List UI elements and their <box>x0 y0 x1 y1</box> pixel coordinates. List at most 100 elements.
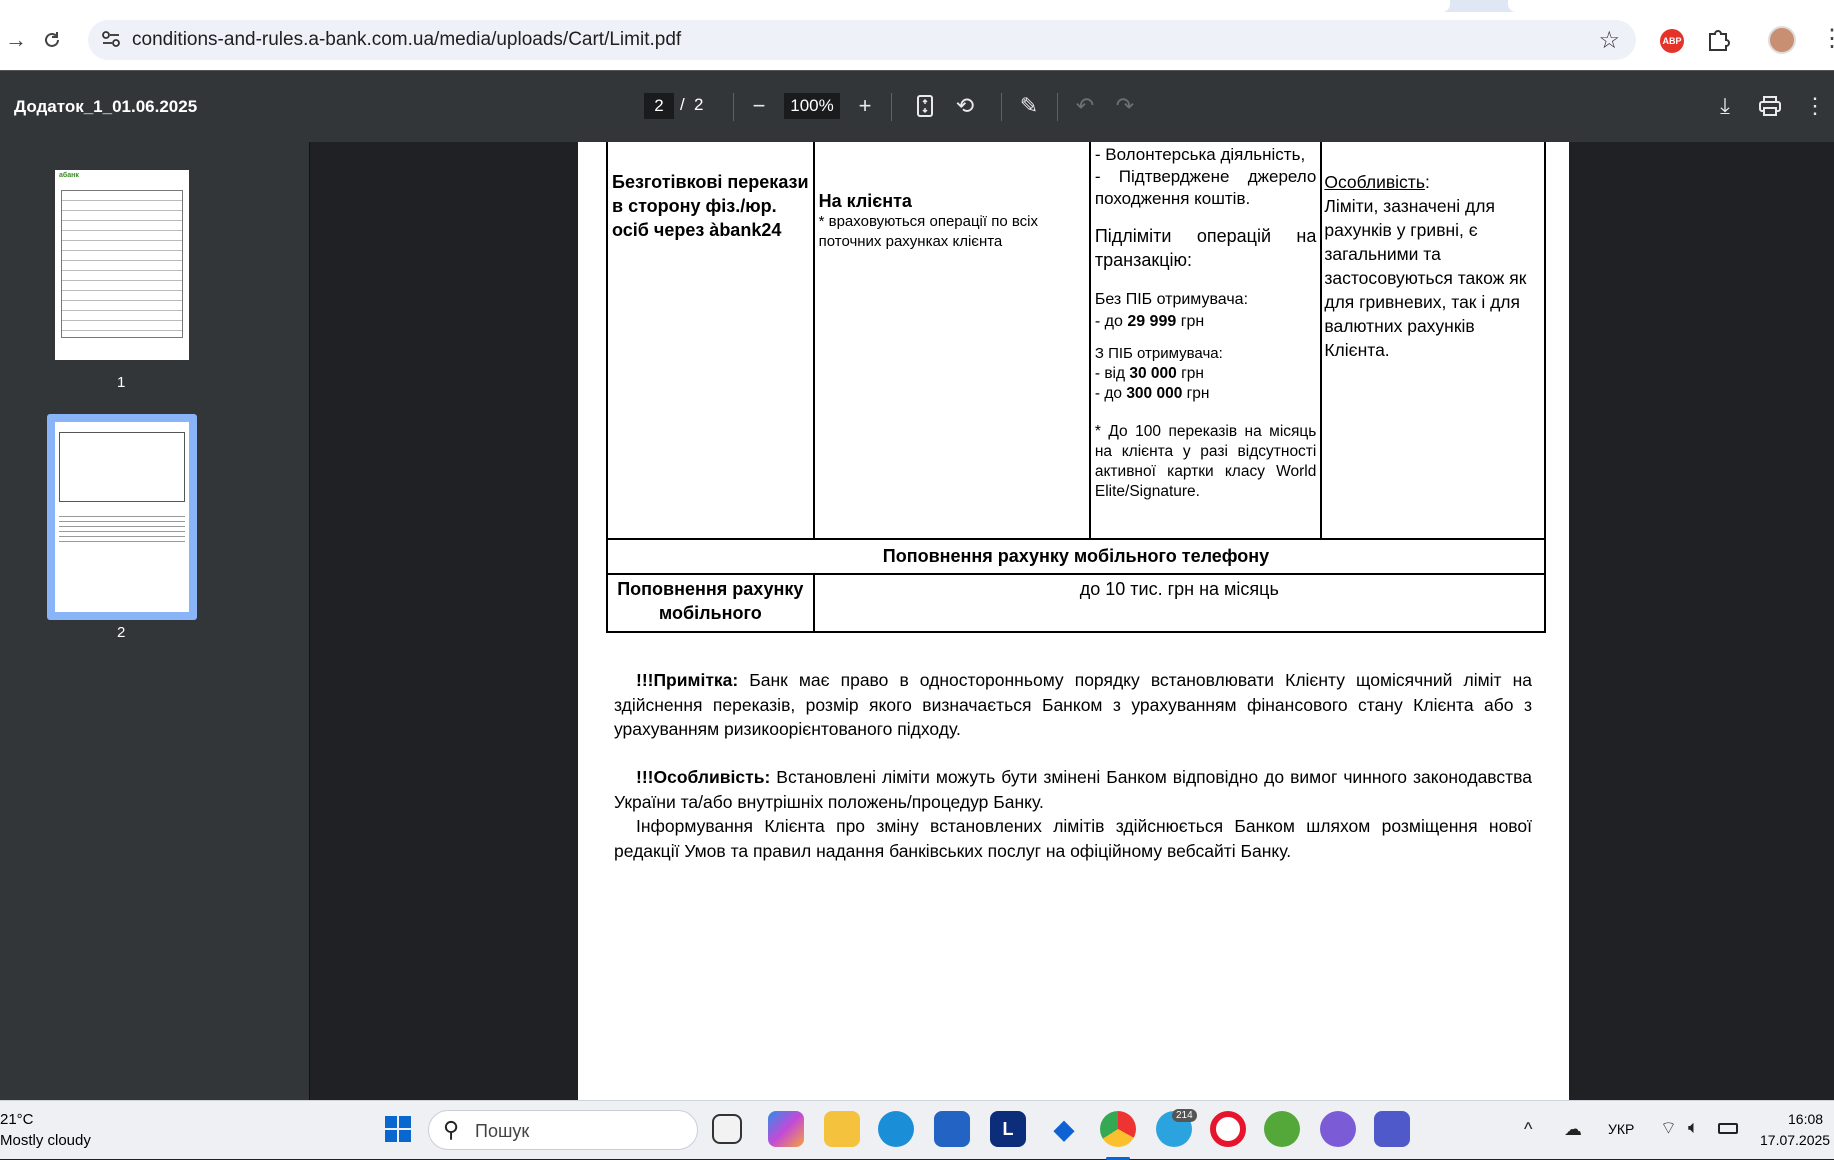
taskbar-search[interactable]: ⚲ Пошук <box>428 1110 698 1150</box>
site-info-icon[interactable] <box>100 28 122 50</box>
redo-icon[interactable]: ↷ <box>1110 91 1140 121</box>
conditions-cell: - Волонтерська діяльність, - Підтверджен… <box>1088 142 1323 540</box>
mobile-limit-cell: до 10 тис. грн на місяць <box>812 573 1547 633</box>
adblock-extension-icon[interactable]: ABP <box>1660 29 1684 53</box>
page-total: 2 <box>694 95 704 114</box>
page-thumbnail-2 <box>55 422 189 612</box>
active-tab[interactable] <box>0 0 1450 12</box>
thumbnail-table-preview <box>59 432 185 502</box>
clock-time[interactable]: 16:08 <box>1788 1111 1823 1127</box>
url-text[interactable]: conditions-and-rules.a-bank.com.ua/media… <box>132 29 681 51</box>
teams-icon[interactable] <box>1374 1111 1410 1147</box>
wifi-icon[interactable]: ⌔ <box>1660 1117 1677 1140</box>
opera-icon[interactable] <box>1210 1111 1246 1147</box>
table-row: Поповнення рахунку мобільного телефону <box>606 538 1546 575</box>
address-bar[interactable]: conditions-and-rules.a-bank.com.ua/media… <box>88 20 1636 60</box>
chrome-menu-icon[interactable]: ⋮ <box>1820 24 1834 53</box>
feature-heading: Особливість: <box>1324 172 1430 192</box>
page-thumbnail-1[interactable]: абанк <box>55 170 189 360</box>
feature-text: Ліміти, зазначені для рахунків у гривні,… <box>1324 196 1527 360</box>
copilot-icon[interactable] <box>768 1111 804 1147</box>
feature-paragraph: !!!Особливість: Встановлені ліміти можут… <box>614 767 1532 812</box>
service-cell: Безготівкові перекази в сторону фіз./юр.… <box>606 142 815 540</box>
table-row: Безготівкові перекази в сторону фіз./юр.… <box>606 142 1546 540</box>
thumbnail-label-2: 2 <box>117 624 126 641</box>
mobile-service-cell: Поповнення рахунку мобільного <box>606 573 815 633</box>
file-explorer-icon[interactable] <box>824 1111 860 1147</box>
app-l-icon[interactable]: L <box>990 1111 1026 1147</box>
utorrent-icon[interactable] <box>1264 1111 1300 1147</box>
target-label: На клієнта <box>818 191 912 211</box>
page-separator: / <box>680 95 685 114</box>
onedrive-icon[interactable]: ☁ <box>1564 1119 1582 1140</box>
note-paragraph: !!!Примітка: Банк має право в односторон… <box>614 670 1532 739</box>
forward-icon[interactable]: → <box>0 24 32 56</box>
search-placeholder: Пошук <box>475 1121 530 1141</box>
thumbnail-label-1: 1 <box>117 374 126 391</box>
condition-source: - Підтверджене джерело походження коштів… <box>1094 167 1317 208</box>
info-paragraph: Інформування Клієнта про зміну встановле… <box>614 816 1532 861</box>
task-view-icon[interactable] <box>712 1114 742 1144</box>
undo-icon[interactable]: ↶ <box>1070 91 1100 121</box>
with-name-from-limit: - від 30 000 грн <box>1094 365 1204 382</box>
clock-date[interactable]: 17.07.2025 <box>1760 1132 1830 1148</box>
thumbnail-sidebar: абанк 1 2 <box>0 142 310 1100</box>
extensions-puzzle-icon[interactable] <box>1704 26 1732 54</box>
with-name-to-limit: - до 300 000 грн <box>1094 385 1210 402</box>
tab-strip <box>0 0 1834 12</box>
no-name-title: Без ПІБ отримувача: <box>1094 291 1249 308</box>
target-cell: На клієнта * враховуються операції по вс… <box>812 142 1091 540</box>
limits-table: Безготівкові перекази в сторону фіз./юр.… <box>606 142 1547 633</box>
reload-icon[interactable] <box>36 24 68 56</box>
rotate-icon[interactable]: ⟲ <box>950 91 980 121</box>
target-note: * враховуються операції по всіх поточних… <box>818 213 1038 250</box>
toolbar-divider <box>1057 93 1058 121</box>
edge-icon[interactable] <box>878 1111 914 1147</box>
page-number-input[interactable]: 2 <box>644 93 674 119</box>
background-tab[interactable] <box>1508 0 1834 12</box>
bookmark-star-icon[interactable]: ☆ <box>1598 26 1620 55</box>
chrome-icon[interactable] <box>1100 1111 1136 1147</box>
toolbar-divider <box>733 93 734 121</box>
zoom-in-icon[interactable]: + <box>850 91 880 121</box>
annotate-pen-icon[interactable]: ✎ <box>1014 91 1044 121</box>
battery-icon[interactable] <box>1718 1123 1738 1134</box>
telegram-badge: 214 <box>1172 1109 1197 1122</box>
sublimits-title: Підліміти операцій на транзакцію: <box>1094 226 1317 270</box>
transfers-note: * До 100 переказів на місяць на клієнта … <box>1094 423 1317 500</box>
zoom-out-icon[interactable]: − <box>744 91 774 121</box>
viber-icon[interactable] <box>1320 1111 1356 1147</box>
condition-volunteer: - Волонтерська діяльність, <box>1094 145 1306 164</box>
volume-icon[interactable]: 🔈︎ <box>1688 1117 1699 1138</box>
windows-start-icon[interactable] <box>380 1111 416 1147</box>
windows-taskbar: 21°C Mostly cloudy ⚲ Пошук L ◆ 214 ^ ☁ У… <box>0 1100 1834 1160</box>
toolbar-divider <box>1001 93 1002 121</box>
table-row: Поповнення рахунку мобільного до 10 тис.… <box>606 573 1547 633</box>
pdf-toolbar: Додаток_1_01.06.2025 2 / 2 − 100% + ⟲ ✎ … <box>0 70 1834 142</box>
pdf-viewer[interactable]: Безготівкові перекази в сторону фіз./юр.… <box>311 142 1834 1100</box>
pdf-page-2: Безготівкові перекази в сторону фіз./юр.… <box>578 142 1569 1100</box>
with-name-title: З ПІБ отримувача: <box>1094 345 1223 362</box>
zoom-input[interactable]: 100% <box>784 93 840 119</box>
fit-page-icon[interactable] <box>910 91 940 121</box>
print-icon[interactable] <box>1755 91 1785 121</box>
store-icon[interactable] <box>934 1111 970 1147</box>
toolbar-divider <box>891 93 892 121</box>
feature-cell: Особливість: Ліміти, зазначені для рахун… <box>1320 142 1546 540</box>
profile-avatar[interactable] <box>1768 26 1796 54</box>
language-indicator[interactable]: УКР <box>1608 1121 1634 1137</box>
download-icon[interactable]: ⤓ <box>1710 91 1740 121</box>
weather-description[interactable]: Mostly cloudy <box>0 1132 91 1149</box>
thumbnail-table-preview <box>61 190 183 338</box>
more-options-icon[interactable]: ⋮ <box>1800 91 1830 121</box>
weather-temperature[interactable]: 21°C <box>0 1111 34 1128</box>
tray-overflow-icon[interactable]: ^ <box>1524 1119 1532 1140</box>
dropbox-icon[interactable]: ◆ <box>1046 1111 1082 1147</box>
search-icon: ⚲ <box>443 1117 460 1142</box>
browser-chrome: → conditions-and-rules.a-bank.com.ua/med… <box>0 0 1834 70</box>
document-title: Додаток_1_01.06.2025 <box>14 97 198 116</box>
no-name-limit: - до 29 999 грн <box>1094 313 1205 330</box>
section-header-mobile: Поповнення рахунку мобільного телефону <box>606 538 1546 575</box>
thumbnail-bank-logo: абанк <box>59 172 79 179</box>
page-thumbnail-2-selected[interactable] <box>47 414 197 620</box>
